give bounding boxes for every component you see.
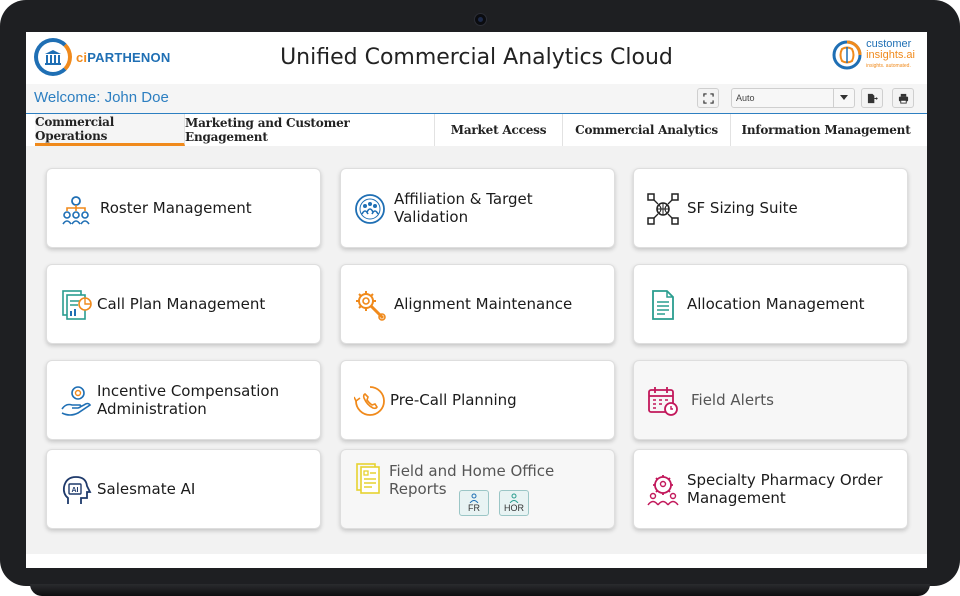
fr-report-button[interactable]: FR	[459, 490, 489, 516]
tile-label: Roster Management	[100, 199, 252, 217]
customer-insights-logo[interactable]: customer insights.ai insights. automated…	[830, 38, 915, 72]
gear-brain-icon	[832, 40, 862, 70]
export-button[interactable]	[861, 88, 883, 108]
welcome-bar: Welcome: John Doe Auto	[26, 84, 927, 114]
hor-label: HOR	[504, 503, 524, 513]
file-export-icon	[867, 93, 878, 103]
tile-label: Affiliation & Target Validation	[394, 190, 533, 226]
tile-sf-sizing-suite[interactable]: SF Sizing Suite	[633, 168, 908, 248]
tile-pre-call-planning[interactable]: Pre-Call Planning	[340, 360, 615, 440]
tab-commercial-analytics[interactable]: Commercial Analytics	[563, 114, 731, 146]
chevron-down-icon	[833, 89, 854, 107]
tab-bar: Commercial Operations Marketing and Cust…	[26, 114, 927, 146]
printer-icon	[898, 93, 908, 104]
tile-field-alerts[interactable]: Field Alerts	[633, 360, 908, 440]
svg-text:AI: AI	[72, 487, 79, 494]
tile-incentive-compensation[interactable]: Incentive Compensation Administration	[46, 360, 321, 440]
app-header: ciPARTHENON Unified Commercial Analytics…	[26, 32, 927, 84]
gear-people-icon	[647, 474, 679, 506]
footer-strip	[26, 554, 927, 568]
welcome-text: Welcome: John Doe	[34, 89, 169, 106]
print-button[interactable]	[892, 88, 914, 108]
tile-label: Call Plan Management	[97, 295, 266, 313]
network-globe-icon	[647, 193, 679, 225]
webcam	[474, 13, 487, 26]
tile-specialty-pharmacy[interactable]: Specialty Pharmacy Order Management	[633, 449, 908, 529]
fr-label: FR	[468, 503, 480, 513]
hor-report-button[interactable]: HOR	[499, 490, 529, 516]
tile-alignment-maintenance[interactable]: Alignment Maintenance	[340, 264, 615, 344]
tile-call-plan-management[interactable]: Call Plan Management	[46, 264, 321, 344]
report-chart-icon	[60, 289, 92, 321]
report-list-icon	[354, 462, 386, 494]
tab-information-management[interactable]: Information Management	[731, 114, 921, 146]
tile-affiliation-target-validation[interactable]: Affiliation & Target Validation	[340, 168, 615, 248]
tile-salesmate-ai[interactable]: AI Salesmate AI	[46, 449, 321, 529]
document-icon	[647, 289, 679, 321]
tile-label: Alignment Maintenance	[394, 295, 573, 313]
brand-tagline: insights. automated.	[866, 62, 911, 69]
brand-customer: customer	[866, 37, 912, 50]
phone-cycle-icon	[353, 385, 386, 417]
hand-coin-icon	[60, 385, 92, 417]
laptop-frame: ciPARTHENON Unified Commercial Analytics…	[0, 0, 960, 586]
person-icon	[469, 493, 479, 503]
tab-market-access[interactable]: Market Access	[435, 114, 563, 146]
team-hierarchy-icon	[60, 193, 92, 225]
tile-label: Salesmate AI	[97, 480, 196, 498]
tile-allocation-management[interactable]: Allocation Management	[633, 264, 908, 344]
tab-commercial-operations[interactable]: Commercial Operations	[35, 114, 185, 146]
tile-roster-management[interactable]: Roster Management	[46, 168, 321, 248]
calendar-clock-icon	[647, 385, 679, 417]
fullscreen-button[interactable]	[697, 88, 719, 108]
tab-marketing-customer-engagement[interactable]: Marketing and Customer Engagement	[185, 114, 435, 146]
expand-icon	[702, 92, 714, 104]
laptop-base	[30, 584, 930, 596]
tile-field-home-office-reports[interactable]: Field and Home Office Reports FR HOR	[340, 449, 615, 529]
app-screen: ciPARTHENON Unified Commercial Analytics…	[26, 32, 927, 568]
tile-label: Field Alerts	[691, 391, 774, 409]
mode-select-value: Auto	[736, 93, 755, 103]
person-icon	[509, 493, 519, 503]
group-circle-icon	[354, 193, 386, 225]
tile-label: Specialty Pharmacy Order Management	[687, 471, 883, 507]
tile-label: Incentive Compensation Administration	[97, 382, 280, 418]
tile-label: Allocation Management	[687, 295, 865, 313]
wrench-gear-icon	[354, 289, 386, 321]
tile-label: SF Sizing Suite	[687, 199, 798, 217]
page-title: Unified Commercial Analytics Cloud	[280, 45, 673, 70]
ai-head-icon: AI	[60, 474, 92, 506]
brand-insights: insights.ai	[866, 48, 915, 61]
mode-select[interactable]: Auto	[731, 88, 855, 108]
tile-label: Pre-Call Planning	[390, 391, 517, 409]
